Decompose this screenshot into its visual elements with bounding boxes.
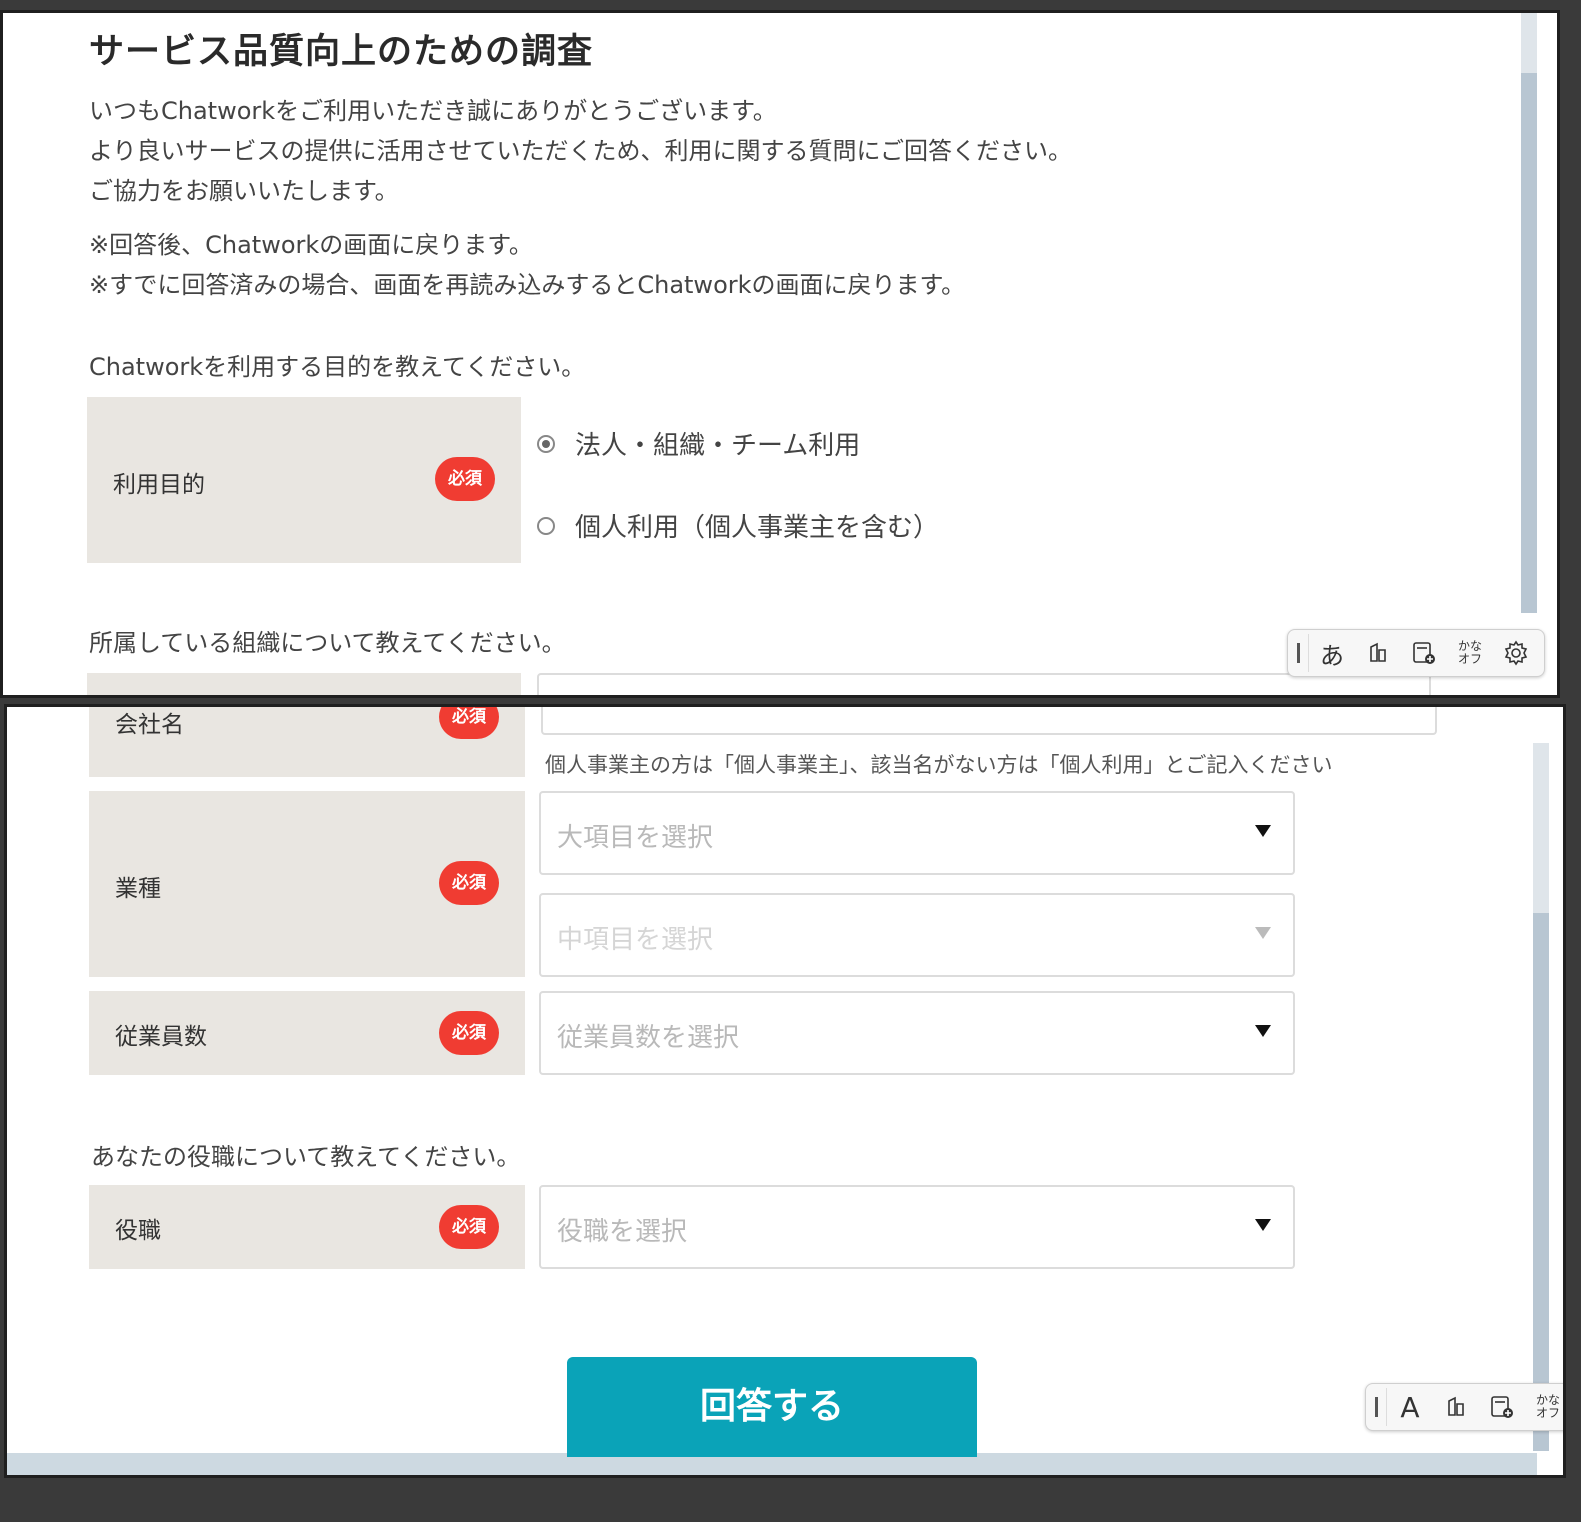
vertical-scrollbar[interactable]: [1521, 13, 1537, 613]
company-label-cell-partial: [87, 673, 521, 695]
select-placeholder: 従業員数を選択: [557, 1023, 740, 1053]
purpose-label: 利用目的: [113, 472, 205, 498]
question-role-title: あなたの役職について教えてください。: [91, 1143, 521, 1171]
ime-mode-button[interactable]: あ: [1309, 630, 1355, 676]
purpose-label-cell: 利用目的 必須: [87, 397, 521, 563]
note-line-2: ※すでに回答済みの場合、画面を再読み込みするとChatworkの画面に戻ります。: [89, 271, 966, 299]
kana-off-button[interactable]: かな オフ: [1447, 630, 1493, 676]
intro-line-3: ご協力をお願いいたします。: [89, 177, 399, 205]
kana-off-button[interactable]: かな オフ: [1525, 1384, 1563, 1430]
industry-label-cell: 業種 必須: [89, 791, 525, 977]
ime-grip-icon[interactable]: [1366, 1397, 1386, 1417]
required-badge: 必須: [435, 457, 495, 501]
employees-label: 従業員数: [115, 1024, 207, 1050]
radio-option-label: 個人利用（個人事業主を含む）: [575, 513, 940, 543]
vertical-scrollbar[interactable]: [1533, 743, 1549, 1451]
note-line-1: ※回答後、Chatworkの画面に戻ります。: [89, 231, 533, 259]
employees-label-cell: 従業員数 必須: [89, 991, 525, 1075]
required-badge: 必須: [439, 861, 499, 905]
ime-pad-icon[interactable]: [1355, 630, 1401, 676]
role-label: 役職: [115, 1218, 161, 1244]
employees-select[interactable]: 従業員数を選択: [539, 991, 1295, 1075]
required-badge: 必須: [439, 707, 499, 739]
ime-toolbar: A かな オフ: [1365, 1383, 1563, 1431]
role-select[interactable]: 役職を選択: [539, 1185, 1295, 1269]
dropdown-arrow-icon: [1255, 927, 1271, 939]
dropdown-arrow-icon: [1255, 1219, 1271, 1231]
survey-window-top: サービス品質向上のための調査 いつもChatworkをご利用いただき誠にありがと…: [0, 10, 1560, 698]
industry-minor-select[interactable]: 中項目を選択: [539, 893, 1295, 977]
question-org-title: 所属している組織について教えてください。: [89, 629, 566, 657]
required-badge: 必須: [439, 1205, 499, 1249]
industry-major-select[interactable]: 大項目を選択: [539, 791, 1295, 875]
submit-button[interactable]: 回答する: [567, 1357, 977, 1457]
radio-checked-icon[interactable]: [537, 434, 555, 453]
select-placeholder: 大項目を選択: [557, 823, 714, 853]
question-purpose-title: Chatworkを利用する目的を教えてください。: [89, 353, 586, 381]
radio-option-label: 法人・組織・チーム利用: [575, 431, 861, 461]
intro-line-1: いつもChatworkをご利用いただき誠にありがとうございます。: [89, 97, 777, 125]
radio-option-corporate[interactable]: 法人・組織・チーム利用: [537, 425, 860, 462]
page-title: サービス品質向上のための調査: [89, 32, 594, 72]
scrollbar-thumb[interactable]: [1533, 913, 1549, 1451]
select-placeholder: 役職を選択: [557, 1217, 688, 1247]
ime-grip-icon[interactable]: [1288, 643, 1308, 663]
company-label-cell: 会社名 必須: [89, 707, 525, 777]
industry-label: 業種: [115, 876, 161, 902]
dropdown-arrow-icon: [1255, 825, 1271, 837]
dropdown-arrow-icon: [1255, 1025, 1271, 1037]
ime-pad-icon[interactable]: [1433, 1384, 1479, 1430]
select-placeholder: 中項目を選択: [557, 925, 714, 955]
scrollbar-thumb[interactable]: [1521, 73, 1537, 613]
dictionary-add-icon[interactable]: [1479, 1384, 1525, 1430]
ime-toolbar: あ かな オフ: [1287, 629, 1545, 677]
ime-mode-button[interactable]: A: [1387, 1384, 1433, 1430]
settings-gear-icon[interactable]: [1493, 630, 1539, 676]
required-badge: 必須: [439, 1011, 499, 1055]
company-name-hint: 個人事業主の方は「個人事業主」、該当名がない方は「個人利用」とご記入ください: [545, 753, 1333, 777]
company-label: 会社名: [115, 712, 184, 738]
radio-unchecked-icon[interactable]: [537, 516, 555, 535]
radio-option-personal[interactable]: 個人利用（個人事業主を含む）: [537, 507, 939, 544]
survey-window-bottom: 会社名 必須 個人事業主の方は「個人事業主」、該当名がない方は「個人利用」とご記…: [4, 704, 1566, 1478]
dictionary-add-icon[interactable]: [1401, 630, 1447, 676]
role-label-cell: 役職 必須: [89, 1185, 525, 1269]
intro-line-2: より良いサービスの提供に活用させていただくため、利用に関する質問にご回答ください…: [89, 137, 1073, 165]
company-name-input[interactable]: [541, 707, 1437, 735]
